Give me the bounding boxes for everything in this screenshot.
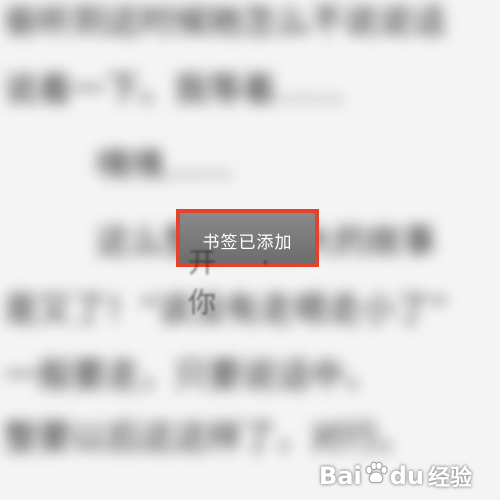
text-line: 偷听到这时候她怎么不说说话: [4, 2, 446, 42]
watermark-brand-left: Bai: [319, 462, 362, 490]
bookmark-added-toast: 开 · 你 书签已添加: [176, 209, 319, 319]
toast-message: 书签已添加: [202, 233, 293, 253]
text-line: 整要以后这这样了，对行。: [4, 418, 412, 458]
baidu-jingyan-watermark: Bai du 经验: [319, 460, 472, 492]
text-line: 一般要走，只要说话中，: [4, 356, 378, 396]
text-line: 咦咦……: [96, 146, 232, 186]
watermark-brand-right: du: [389, 462, 424, 490]
paw-logo-icon: [363, 461, 389, 491]
watermark-product: 经验: [427, 466, 472, 491]
toast-ghost-text: 开 · 你: [188, 246, 288, 319]
text-line: 说着一下。我等着……: [4, 70, 344, 110]
